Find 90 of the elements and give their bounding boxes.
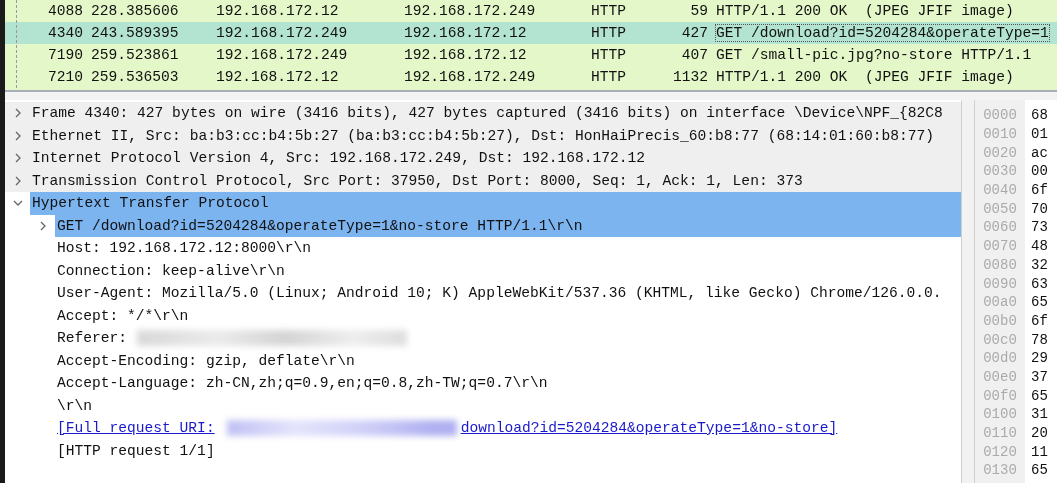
byte-offset: 0020 <box>982 144 1018 161</box>
tree-item[interactable]: GET /download?id=5204284&operateType=1&no-store HTTP/1.1\r\n <box>55 214 961 237</box>
packet-info: HTTP/1.1 200 OK (JPEG JFIF image) <box>716 3 1014 19</box>
tree-item[interactable]: Accept: */*\r\n <box>55 304 189 327</box>
hex-byte: ac <box>1030 144 1048 161</box>
hex-byte: 65 <box>1030 387 1048 404</box>
uri-link[interactable]: [Full request URI: <box>55 417 215 440</box>
chevron-right-icon[interactable] <box>13 108 23 119</box>
hex-byte: 63 <box>1030 275 1048 292</box>
tree-item[interactable]: \r\n <box>55 394 93 417</box>
packet-destination: 192.168.172.12 <box>403 25 528 41</box>
byte-offset: 0090 <box>982 275 1018 292</box>
hex-byte: 6f <box>1030 182 1048 199</box>
hex-byte: 73 <box>1030 219 1048 236</box>
byte-offset: 00b0 <box>982 312 1018 329</box>
byte-offset: 00d0 <box>982 350 1018 367</box>
hex-byte: 48 <box>1030 238 1048 255</box>
packet-protocol: HTTP <box>590 3 628 19</box>
hex-byte: 00 <box>1030 163 1048 180</box>
packet-source: 192.168.172.249 <box>215 47 349 63</box>
packet-source: 192.168.172.249 <box>215 25 349 41</box>
tree-item[interactable]: Accept-Encoding: gzip, deflate\r\n <box>55 349 355 372</box>
byte-offset: 0110 <box>982 425 1018 442</box>
packet-source: 192.168.172.12 <box>215 3 340 19</box>
packet-time: 259.536503 <box>90 69 180 85</box>
packet-length: 59 <box>689 3 709 19</box>
packet-number: 7190 <box>46 47 84 63</box>
packet-time: 259.523861 <box>90 47 180 63</box>
packet-time: 228.385606 <box>90 3 180 19</box>
hex-byte: 70 <box>1030 200 1048 217</box>
hex-byte: 37 <box>1030 368 1048 385</box>
byte-offset: 0010 <box>982 126 1018 143</box>
hex-byte: 11 <box>1030 443 1048 460</box>
chevron-right-icon[interactable] <box>13 153 23 164</box>
packet-destination: 192.168.172.249 <box>403 69 537 85</box>
hex-byte: 78 <box>1030 331 1048 348</box>
hex-byte: 31 <box>1030 406 1048 423</box>
chevron-right-icon[interactable] <box>13 175 23 186</box>
hex-byte: 65 <box>1030 462 1048 479</box>
tree-item[interactable]: Connection: keep-alive\r\n <box>55 259 285 282</box>
tree-item[interactable]: User-Agent: Mozilla/5.0 (Linux; Android 10; K) AppleWebKit/537.36 (KHTML, like Gecko) Chrome/126.0.0. <box>55 282 942 305</box>
packet-length: 407 <box>680 47 709 63</box>
byte-offset: 0100 <box>982 406 1018 423</box>
byte-offset: 0000 <box>982 107 1018 124</box>
packet-protocol: HTTP <box>590 47 628 63</box>
packet-destination: 192.168.172.12 <box>403 47 528 63</box>
packet-number: 4340 <box>46 25 84 41</box>
byte-offset: 00f0 <box>982 387 1018 404</box>
byte-offset: 0070 <box>982 238 1018 255</box>
hex-byte: 01 <box>1030 126 1048 143</box>
byte-offset: 0060 <box>982 219 1018 236</box>
hex-byte: 32 <box>1030 256 1048 273</box>
packet-row[interactable]: 7190 259.523861 192.168.172.249 192.168.172.12 HTTP 407 GET /small-pic.jpg?no-store HTTP/1.1 <box>5 44 1057 66</box>
packet-protocol: HTTP <box>590 25 628 41</box>
packet-row[interactable]: 4340 243.589395 192.168.172.249 192.168.172.12 HTTP 427 GET /download?id=5204284&operateType=1 <box>5 22 1057 44</box>
byte-offset: 0130 <box>982 462 1018 479</box>
tree-item[interactable]: Accept-Language: zh-CN,zh;q=0.9,en;q=0.8,zh-TW;q=0.7\r\n <box>55 372 548 395</box>
hex-byte: 6f <box>1030 312 1048 329</box>
tree-item[interactable]: Host: 192.168.172.12:8000\r\n <box>55 237 311 260</box>
byte-offset: 0030 <box>982 163 1018 180</box>
packet-row[interactable]: 7210 259.536503 192.168.172.12 192.168.172.249 HTTP 1132 HTTP/1.1 200 OK (JPEG JFIF image) <box>5 66 1057 88</box>
byte-offset: 0050 <box>982 200 1018 217</box>
packet-time: 243.589395 <box>90 25 180 41</box>
packet-info: GET /small-pic.jpg?no-store HTTP/1.1 <box>716 47 1032 63</box>
tree-item[interactable]: [HTTP request 1/1] <box>55 439 215 462</box>
chevron-right-icon[interactable] <box>38 220 48 231</box>
packet-destination: 192.168.172.249 <box>403 3 537 19</box>
byte-offset: 0040 <box>982 182 1018 199</box>
hex-byte: 68 <box>1030 107 1048 124</box>
tree-item[interactable]: Referer: <box>55 327 128 350</box>
byte-offset: 00c0 <box>982 331 1018 348</box>
byte-offset: 00e0 <box>982 368 1018 385</box>
uri-link[interactable]: download?id=5204284&operateType=1&no-store] <box>458 417 838 440</box>
packet-protocol: HTTP <box>590 69 628 85</box>
packet-row[interactable]: 4088 228.385606 192.168.172.12 192.168.172.249 HTTP 59 HTTP/1.1 200 OK (JPEG JFIF image) <box>5 0 1057 22</box>
byte-offset: 00a0 <box>982 294 1018 311</box>
hex-byte: 29 <box>1030 350 1048 367</box>
packet-number: 4088 <box>46 3 84 19</box>
tree-item[interactable]: Hypertext Transfer Protocol <box>30 192 961 215</box>
packet-length: 427 <box>680 25 709 41</box>
hex-byte: 65 <box>1030 294 1048 311</box>
byte-offset: 0120 <box>982 443 1018 460</box>
packet-length: 1132 <box>671 69 709 85</box>
chevron-right-icon[interactable] <box>13 130 23 141</box>
packet-info: GET /download?id=5204284&operateType=1 <box>716 25 1049 41</box>
byte-offset: 0080 <box>982 256 1018 273</box>
packet-source: 192.168.172.12 <box>215 69 340 85</box>
hex-byte: 20 <box>1030 425 1048 442</box>
packet-number: 7210 <box>46 69 84 85</box>
packet-info: HTTP/1.1 200 OK (JPEG JFIF image) <box>716 69 1014 85</box>
